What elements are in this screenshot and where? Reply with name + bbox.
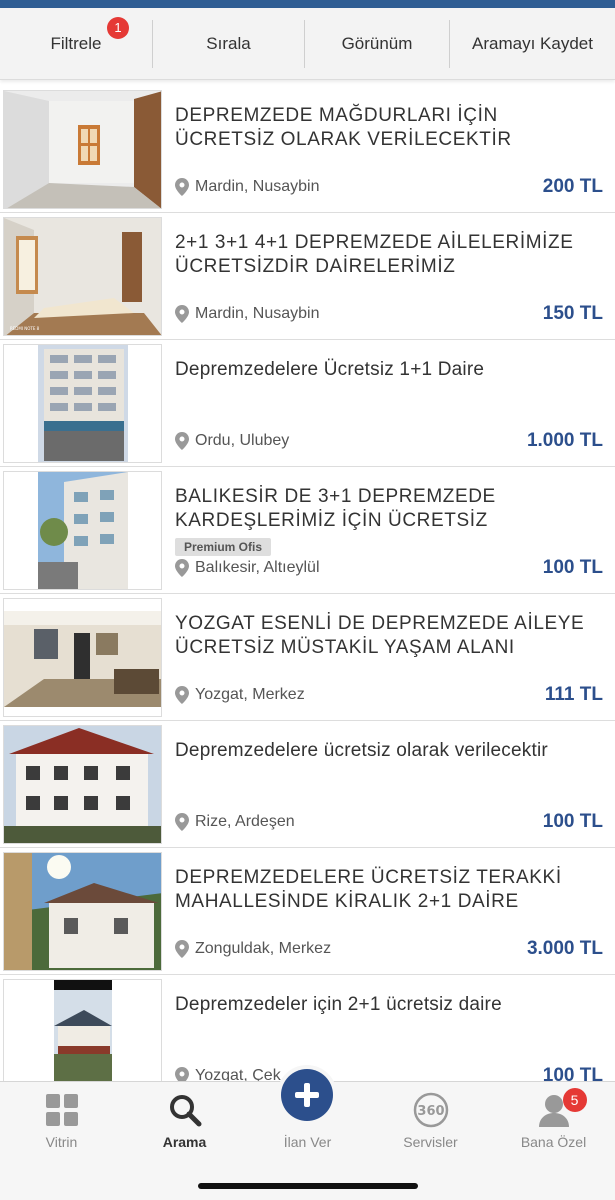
notification-badge: 5 — [562, 1088, 587, 1112]
sort-button[interactable]: Sırala — [153, 8, 304, 80]
listing-price: 150 TL — [542, 303, 603, 324]
filter-button[interactable]: Filtrele 1 — [0, 8, 152, 80]
360-icon: 360 — [411, 1092, 451, 1128]
listing-title: DEPREMZEDE MAĞDURLARI İÇİN ÜCRETSİZ OLAR… — [175, 105, 512, 150]
sort-label: Sırala — [206, 33, 251, 53]
listing-photo: REDMI NOTE 8 — [3, 217, 162, 336]
listing-location-text: Mardin, Nusaybin — [195, 178, 320, 195]
listing-location: Mardin, Nusaybin — [175, 178, 320, 196]
bottom-tab-bar: Vitrin Arama İlan Ver 360 Servisler 5 Ba… — [0, 1069, 615, 1200]
listing-location-text: Yozgat, Merkez — [195, 686, 305, 703]
tab-bana-ozel[interactable]: 5 Bana Özel — [492, 1082, 615, 1172]
view-button[interactable]: Görünüm — [305, 8, 449, 80]
user-icon: 5 — [537, 1088, 587, 1128]
tab-arama-label: Arama — [162, 1134, 207, 1150]
listing-price: 200 TL — [542, 176, 603, 197]
listing-location: Zonguldak, Merkez — [175, 940, 331, 958]
location-pin-icon — [175, 686, 189, 704]
listing-location-text: Rize, Ardeşen — [195, 813, 295, 830]
listing-price: 111 TL — [544, 684, 603, 705]
listing-photo — [3, 598, 162, 717]
filter-count-badge: 1 — [107, 16, 129, 39]
listing-location: Ordu, Ulubey — [175, 432, 289, 450]
listing-title: Depremzedeler için 2+1 ücretsiz daire — [175, 994, 502, 1015]
listing-item[interactable]: BALIKESİR DE 3+1 DEPREMZEDE KARDEŞLERİMİ… — [0, 467, 615, 594]
listing-title: 2+1 3+1 4+1 DEPREMZEDE AİLELERİMİZE ÜCRE… — [175, 232, 574, 277]
listing-title: DEPREMZEDELERE ÜCRETSİZ TERAKKİ MAHALLES… — [175, 867, 562, 912]
listing-item[interactable]: YOZGAT ESENLİ DE DEPREMZEDE AİLEYE ÜCRET… — [0, 594, 615, 721]
listing-item[interactable]: REDMI NOTE 8 2+1 3+1 4+1 DEPREMZEDE AİLE… — [0, 213, 615, 340]
listing-price: 100 TL — [542, 1065, 603, 1081]
listing-photo — [3, 471, 162, 590]
tab-servisler-label: Servisler — [403, 1134, 458, 1150]
tab-ilan-ver[interactable]: İlan Ver — [246, 1069, 369, 1172]
listing-location: Mardin, Nusaybin — [175, 305, 320, 323]
filter-toolbar: Filtrele 1 Sırala Görünüm Aramayı Kaydet — [0, 8, 615, 80]
plus-icon — [281, 1069, 333, 1121]
listing-location-text: Mardin, Nusaybin — [195, 305, 320, 322]
listing-location-text: Ordu, Ulubey — [195, 432, 290, 449]
listing-photo — [3, 852, 162, 971]
listing-item[interactable]: Depremzedelere Ücretsiz 1+1 Daire Ordu, … — [0, 340, 615, 467]
listing-photo — [3, 90, 162, 209]
listing-title: YOZGAT ESENLİ DE DEPREMZEDE AİLEYE ÜCRET… — [175, 613, 585, 658]
save-search-label: Aramayı Kaydet — [472, 33, 593, 53]
listing-item[interactable]: Depremzedelere ücretsiz olarak verilecek… — [0, 721, 615, 848]
listing-list: DEPREMZEDE MAĞDURLARI İÇİN ÜCRETSİZ OLAR… — [0, 86, 615, 1081]
svg-text:360: 360 — [417, 1104, 444, 1119]
listing-title: Depremzedelere ücretsiz olarak verilecek… — [175, 740, 548, 761]
svg-text:REDMI NOTE 8: REDMI NOTE 8 — [10, 326, 40, 331]
location-pin-icon — [175, 432, 189, 450]
listing-price: 100 TL — [542, 557, 603, 578]
listing-location: Yozgat, Merkez — [175, 686, 305, 704]
listing-location: Balıkesir, Altıeylül — [175, 559, 320, 577]
location-pin-icon — [175, 940, 189, 958]
save-search-button[interactable]: Aramayı Kaydet — [450, 8, 615, 80]
tab-arama[interactable]: Arama — [123, 1082, 246, 1172]
tab-bana-ozel-label: Bana Özel — [520, 1134, 587, 1150]
location-pin-icon — [175, 559, 189, 577]
location-pin-icon — [175, 178, 189, 196]
listing-item[interactable]: DEPREMZEDELERE ÜCRETSİZ TERAKKİ MAHALLES… — [0, 848, 615, 975]
listing-location-text: Zonguldak, Merkez — [195, 940, 332, 957]
listing-title: BALIKESİR DE 3+1 DEPREMZEDE KARDEŞLERİMİ… — [175, 486, 496, 531]
grid-icon — [45, 1092, 79, 1128]
listing-location-text: Balıkesir, Altıeylül — [195, 559, 320, 576]
listing-price: 3.000 TL — [526, 938, 603, 959]
listing-location-text: Yozgat, Çek... — [195, 1067, 295, 1081]
listing-location: Yozgat, Çek... — [175, 1067, 294, 1081]
listing-title: Depremzedelere Ücretsiz 1+1 Daire — [175, 359, 485, 380]
location-pin-icon — [175, 1067, 189, 1081]
listing-item[interactable]: DEPREMZEDE MAĞDURLARI İÇİN ÜCRETSİZ OLAR… — [0, 86, 615, 213]
filter-label: Filtrele — [50, 33, 102, 53]
listing-photo — [3, 725, 162, 844]
listing-price: 1.000 TL — [526, 430, 603, 451]
location-pin-icon — [175, 813, 189, 831]
listing-photo — [3, 979, 162, 1081]
listing-photo — [3, 344, 162, 463]
search-icon — [168, 1092, 202, 1128]
tab-servisler[interactable]: 360 Servisler — [369, 1082, 492, 1172]
tab-vitrin[interactable]: Vitrin — [0, 1082, 123, 1172]
home-indicator — [198, 1183, 418, 1189]
listing-item[interactable]: Depremzedeler için 2+1 ücretsiz daire Yo… — [0, 975, 615, 1081]
tab-vitrin-label: Vitrin — [45, 1134, 78, 1150]
listing-price: 100 TL — [542, 811, 603, 832]
tab-ilan-ver-label: İlan Ver — [283, 1134, 332, 1150]
listing-location: Rize, Ardeşen — [175, 813, 295, 831]
premium-office-badge: Premium Ofis — [175, 538, 272, 556]
view-label: Görünüm — [341, 33, 413, 53]
location-pin-icon — [175, 305, 189, 323]
